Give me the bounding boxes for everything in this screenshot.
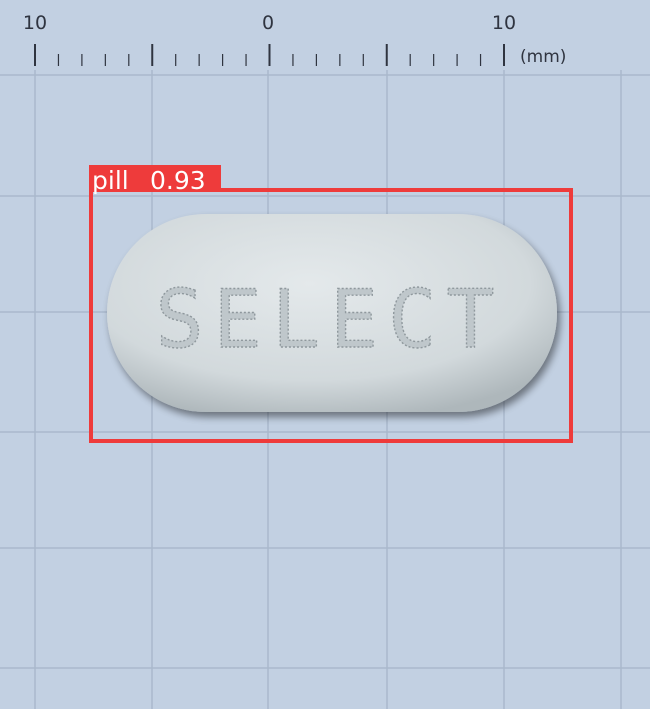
ruler-label-right: 10 xyxy=(492,12,516,34)
detection-class-label: pill xyxy=(92,166,129,195)
ruler-unit-label: (mm) xyxy=(520,47,566,67)
detection-confidence: 0.93 xyxy=(150,166,206,195)
ruler-label-left: 10 xyxy=(23,12,47,34)
pill-imprint: SELECT xyxy=(156,273,505,366)
pill: SELECT xyxy=(107,214,557,412)
pill-photo-canvas: 10 0 10 (mm) SELECT pill 0.93 xyxy=(0,0,650,709)
ruler-label-center: 0 xyxy=(262,12,274,34)
